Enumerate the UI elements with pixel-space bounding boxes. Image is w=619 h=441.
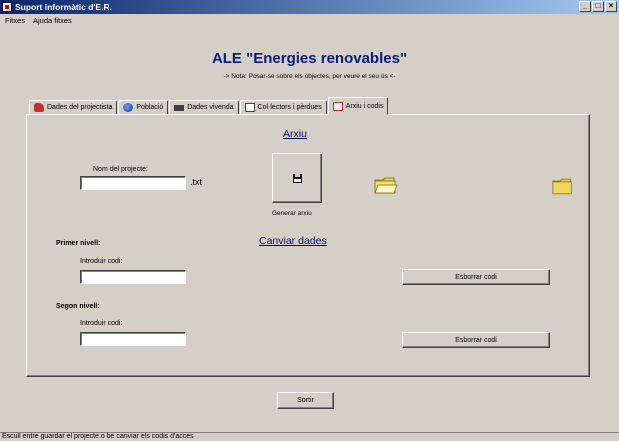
calculator-icon [244, 103, 255, 112]
extension-label: .txt [190, 177, 203, 187]
level2-code-input[interactable] [80, 332, 186, 346]
floppy-icon [292, 173, 302, 183]
window-title: Suport informàtic d'E.R. [15, 2, 112, 12]
menu-bar: Fitxes Ajuda fitxes [0, 14, 619, 26]
arxiu-heading: Arxiu [283, 128, 307, 140]
clear-code-2-button[interactable]: Esborrar codi [402, 332, 550, 348]
menu-ajuda-fitxes[interactable]: Ajuda fitxes [33, 16, 72, 25]
tab-label: Arxiu i codis [345, 102, 384, 110]
file-icon [332, 101, 343, 111]
tab-label: Població [136, 104, 164, 111]
folder-open-icon[interactable] [374, 176, 398, 194]
page-note: -> Nota: Posar-se sobre els objectes, pe… [223, 73, 396, 80]
house-icon [174, 104, 185, 111]
close-icon[interactable]: × [605, 1, 617, 12]
tab-dades-vivenda[interactable]: Dades vivenda [169, 100, 239, 115]
globe-icon [123, 103, 134, 112]
exit-button[interactable]: Sortir [277, 392, 334, 409]
minimize-icon[interactable]: _ [579, 1, 591, 12]
car-icon [34, 103, 44, 112]
folder-icon[interactable] [552, 178, 574, 195]
level2-input-label: Introduir codi: [80, 320, 123, 327]
tab-label: Dades del projectista [47, 104, 113, 111]
project-name-input[interactable] [80, 176, 186, 190]
tab-label: Dades vivenda [187, 104, 234, 111]
level1-label: Primer nivell: [56, 240, 101, 247]
tab-dades-projectista[interactable]: Dades del projectista [29, 100, 118, 115]
project-name-label: Nom del projecte: [93, 166, 148, 173]
menu-fitxes[interactable]: Fitxes [5, 16, 25, 25]
title-bar: Suport informàtic d'E.R. _ □ × [0, 0, 619, 14]
window-controls: _ □ × [579, 1, 617, 12]
app-icon[interactable] [2, 2, 12, 12]
clear-code-1-button[interactable]: Esborrar codi [402, 269, 550, 285]
tab-label: Col·lectors i pèrdues [257, 104, 322, 111]
page-title: ALE "Energies renovables" [211, 50, 408, 67]
maximize-icon[interactable]: □ [592, 1, 604, 12]
tab-strip: Dades del projectista Població Dades viv… [29, 97, 389, 115]
tab-collectors-perdues[interactable]: Col·lectors i pèrdues [239, 100, 327, 115]
generate-file-label: Generar arxiu [272, 210, 312, 217]
level1-code-input[interactable] [80, 270, 186, 284]
tab-poblacio[interactable]: Població [118, 100, 169, 115]
tab-arxiu-codis[interactable]: Arxiu i codis [327, 97, 389, 115]
status-bar: Escull entre guardar el projecte o be ca… [0, 432, 619, 441]
change-data-heading: Canviar dades [259, 235, 327, 247]
generate-file-button[interactable] [272, 153, 322, 203]
level2-label: Segon nivell: [56, 303, 100, 310]
level1-input-label: Introduir codi: [80, 258, 123, 265]
